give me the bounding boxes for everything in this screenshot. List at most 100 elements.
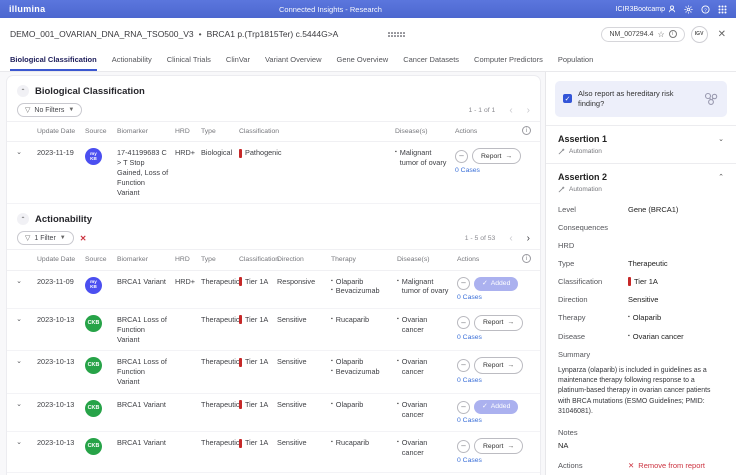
minus-circle-button[interactable]: – bbox=[457, 359, 470, 372]
tab-cancer-datasets[interactable]: Cancer Datasets bbox=[403, 50, 459, 71]
x-icon: ✕ bbox=[628, 461, 634, 470]
close-icon[interactable]: ✕ bbox=[718, 29, 726, 40]
collapse-chevron-icon[interactable]: ⌃ bbox=[17, 85, 29, 97]
disease-list: ▪Ovarian cancer bbox=[397, 400, 457, 420]
table-row[interactable]: ⌄ 2023-10-13 CKB BRCA1 Variant Therapeut… bbox=[7, 432, 540, 472]
clear-filter-icon[interactable]: ✕ bbox=[80, 234, 87, 243]
gear-icon[interactable] bbox=[684, 5, 693, 14]
biomarker: BRCA1 Variant bbox=[117, 277, 175, 287]
row-expand-icon[interactable]: ⌄ bbox=[7, 400, 37, 409]
col-classification: Classification bbox=[239, 255, 277, 264]
hrd-value: HRD+ bbox=[175, 148, 201, 158]
cases-link[interactable]: 0 Cases bbox=[457, 456, 534, 465]
tab-computer-predictors[interactable]: Computer Predictors bbox=[474, 50, 543, 71]
table-row[interactable]: ⌄ 2023-11-19 myKB 17-41199683 C > T Stop… bbox=[7, 142, 540, 204]
automation-label: Automation bbox=[569, 186, 602, 193]
update-date: 2023-11-19 bbox=[37, 148, 85, 158]
ckb-source-badge[interactable]: CKB bbox=[85, 357, 102, 374]
classification-bar bbox=[239, 439, 242, 448]
actionability-table-header: Update Date Source Biomarker HRD Type Cl… bbox=[7, 249, 540, 270]
report-button[interactable]: Report→ bbox=[474, 315, 523, 331]
collapse-chevron-icon[interactable]: ⌃ bbox=[17, 213, 29, 225]
col-biomarker: Biomarker bbox=[117, 255, 175, 264]
report-button[interactable]: Report→ bbox=[474, 438, 523, 454]
classification-bar bbox=[239, 358, 242, 367]
star-icon[interactable]: ☆ bbox=[657, 30, 664, 39]
variant-header: DEMO_001_OVARIAN_DNA_RNA_TSO500_V3 • BRC… bbox=[0, 18, 736, 50]
minus-circle-button[interactable]: – bbox=[457, 316, 470, 329]
table-row[interactable]: ⌄ 2023-11-09 myKB BRCA1 Variant HRD+ The… bbox=[7, 271, 540, 309]
mykb-source-badge[interactable]: myKB bbox=[85, 277, 102, 294]
separator: • bbox=[199, 29, 202, 39]
ckb-source-badge[interactable]: CKB bbox=[85, 315, 102, 332]
disease-list: ▪Malignant tumor of ovary bbox=[395, 148, 455, 168]
table-row[interactable]: ⌄ 2023-10-13 CKB BRCA1 Loss of Function … bbox=[7, 309, 540, 352]
ckb-source-badge[interactable]: CKB bbox=[85, 400, 102, 417]
cases-link[interactable]: 0 Cases bbox=[455, 166, 534, 175]
disease-list: ▪Ovarian cancer bbox=[397, 357, 457, 377]
minus-circle-button[interactable]: – bbox=[457, 401, 470, 414]
drag-handle-icon[interactable] bbox=[388, 32, 406, 38]
tab-population[interactable]: Population bbox=[558, 50, 593, 71]
table-row[interactable]: ⌄ 2023-10-13 CKB BRCA1 Loss of Function … bbox=[7, 351, 540, 394]
minus-circle-button[interactable]: – bbox=[457, 440, 470, 453]
row-expand-icon[interactable]: ⌄ bbox=[7, 438, 37, 447]
bio-filter-button[interactable]: ▽ No Filters ▼ bbox=[17, 103, 82, 117]
row-expand-icon[interactable]: ⌄ bbox=[7, 357, 37, 366]
disease-list: ▪Ovarian cancer bbox=[628, 332, 684, 342]
prev-page-icon[interactable]: ‹ bbox=[509, 233, 512, 244]
update-date: 2023-10-13 bbox=[37, 400, 85, 410]
arrow-right-icon: → bbox=[507, 361, 514, 370]
added-badge[interactable]: ✓Added bbox=[474, 400, 518, 414]
tab-variant-overview[interactable]: Variant Overview bbox=[265, 50, 322, 71]
cases-link[interactable]: 0 Cases bbox=[457, 293, 534, 302]
tab-clinvar[interactable]: ClinVar bbox=[226, 50, 250, 71]
row-expand-icon[interactable]: ⌄ bbox=[7, 277, 37, 286]
chevron-down-icon: ▼ bbox=[60, 235, 66, 241]
prev-page-icon[interactable]: ‹ bbox=[509, 105, 512, 116]
col-hrd: HRD bbox=[175, 127, 201, 136]
chevron-up-icon: ⌃ bbox=[718, 173, 724, 181]
assertion-1-header[interactable]: Assertion 1 ⌄ bbox=[546, 126, 736, 145]
report-button[interactable]: Report→ bbox=[472, 148, 521, 164]
mykb-source-badge[interactable]: myKB bbox=[85, 148, 102, 165]
user-menu[interactable]: ICIR3Bootcamp bbox=[616, 5, 676, 13]
field-label: Summary bbox=[558, 350, 628, 359]
app-title: Connected Insights - Research bbox=[45, 5, 615, 14]
actionability-pagination-label: 1 - 5 of 53 bbox=[465, 235, 496, 242]
next-page-icon[interactable]: › bbox=[527, 105, 530, 116]
col-update-date: Update Date bbox=[37, 255, 85, 264]
info-icon[interactable]: i bbox=[522, 126, 531, 135]
info-circle-icon[interactable]: i bbox=[669, 30, 677, 38]
tab-clinical-trials[interactable]: Clinical Trials bbox=[167, 50, 211, 71]
ckb-source-badge[interactable]: CKB bbox=[85, 438, 102, 455]
hereditary-checkbox[interactable]: ✓ bbox=[563, 94, 572, 103]
row-expand-icon[interactable]: ⌄ bbox=[7, 148, 37, 157]
tab-gene-overview[interactable]: Gene Overview bbox=[337, 50, 389, 71]
apps-grid-icon[interactable] bbox=[718, 5, 727, 14]
report-button[interactable]: Report→ bbox=[474, 357, 523, 373]
assertion-2-header[interactable]: Assertion 2 ⌃ bbox=[546, 164, 736, 183]
help-icon[interactable]: ? bbox=[701, 5, 710, 14]
table-row[interactable]: ⌄ 2023-10-13 CKB BRCA1 Variant Therapeut… bbox=[7, 394, 540, 432]
minus-circle-button[interactable]: – bbox=[457, 277, 470, 290]
cases-link[interactable]: 0 Cases bbox=[457, 416, 534, 425]
tab-actionability[interactable]: Actionability bbox=[112, 50, 152, 71]
transcript-pill[interactable]: NM_007294.4 ☆ i bbox=[601, 27, 684, 42]
added-badge[interactable]: ✓Added bbox=[474, 277, 518, 291]
type-value: Biological bbox=[201, 148, 239, 158]
remove-from-report-link[interactable]: ✕Remove from report bbox=[628, 461, 705, 470]
tab-biological-classification[interactable]: Biological Classification bbox=[10, 50, 97, 71]
next-page-icon[interactable]: › bbox=[527, 233, 530, 244]
actionability-filter-button[interactable]: ▽ 1 Filter ▼ bbox=[17, 231, 74, 245]
col-biomarker: Biomarker bbox=[117, 127, 175, 136]
igv-button[interactable]: IGV bbox=[691, 26, 708, 43]
disease-list: ▪Malignant tumor of ovary bbox=[397, 277, 457, 297]
therapy-list: ▪Olaparib bbox=[331, 400, 397, 410]
cases-link[interactable]: 0 Cases bbox=[457, 333, 534, 342]
row-expand-icon[interactable]: ⌄ bbox=[7, 315, 37, 324]
therapy-list: ▪Olaparib bbox=[628, 313, 661, 323]
notes-value: NA bbox=[558, 441, 568, 450]
cases-link[interactable]: 0 Cases bbox=[457, 376, 534, 385]
minus-circle-button[interactable]: – bbox=[455, 150, 468, 163]
